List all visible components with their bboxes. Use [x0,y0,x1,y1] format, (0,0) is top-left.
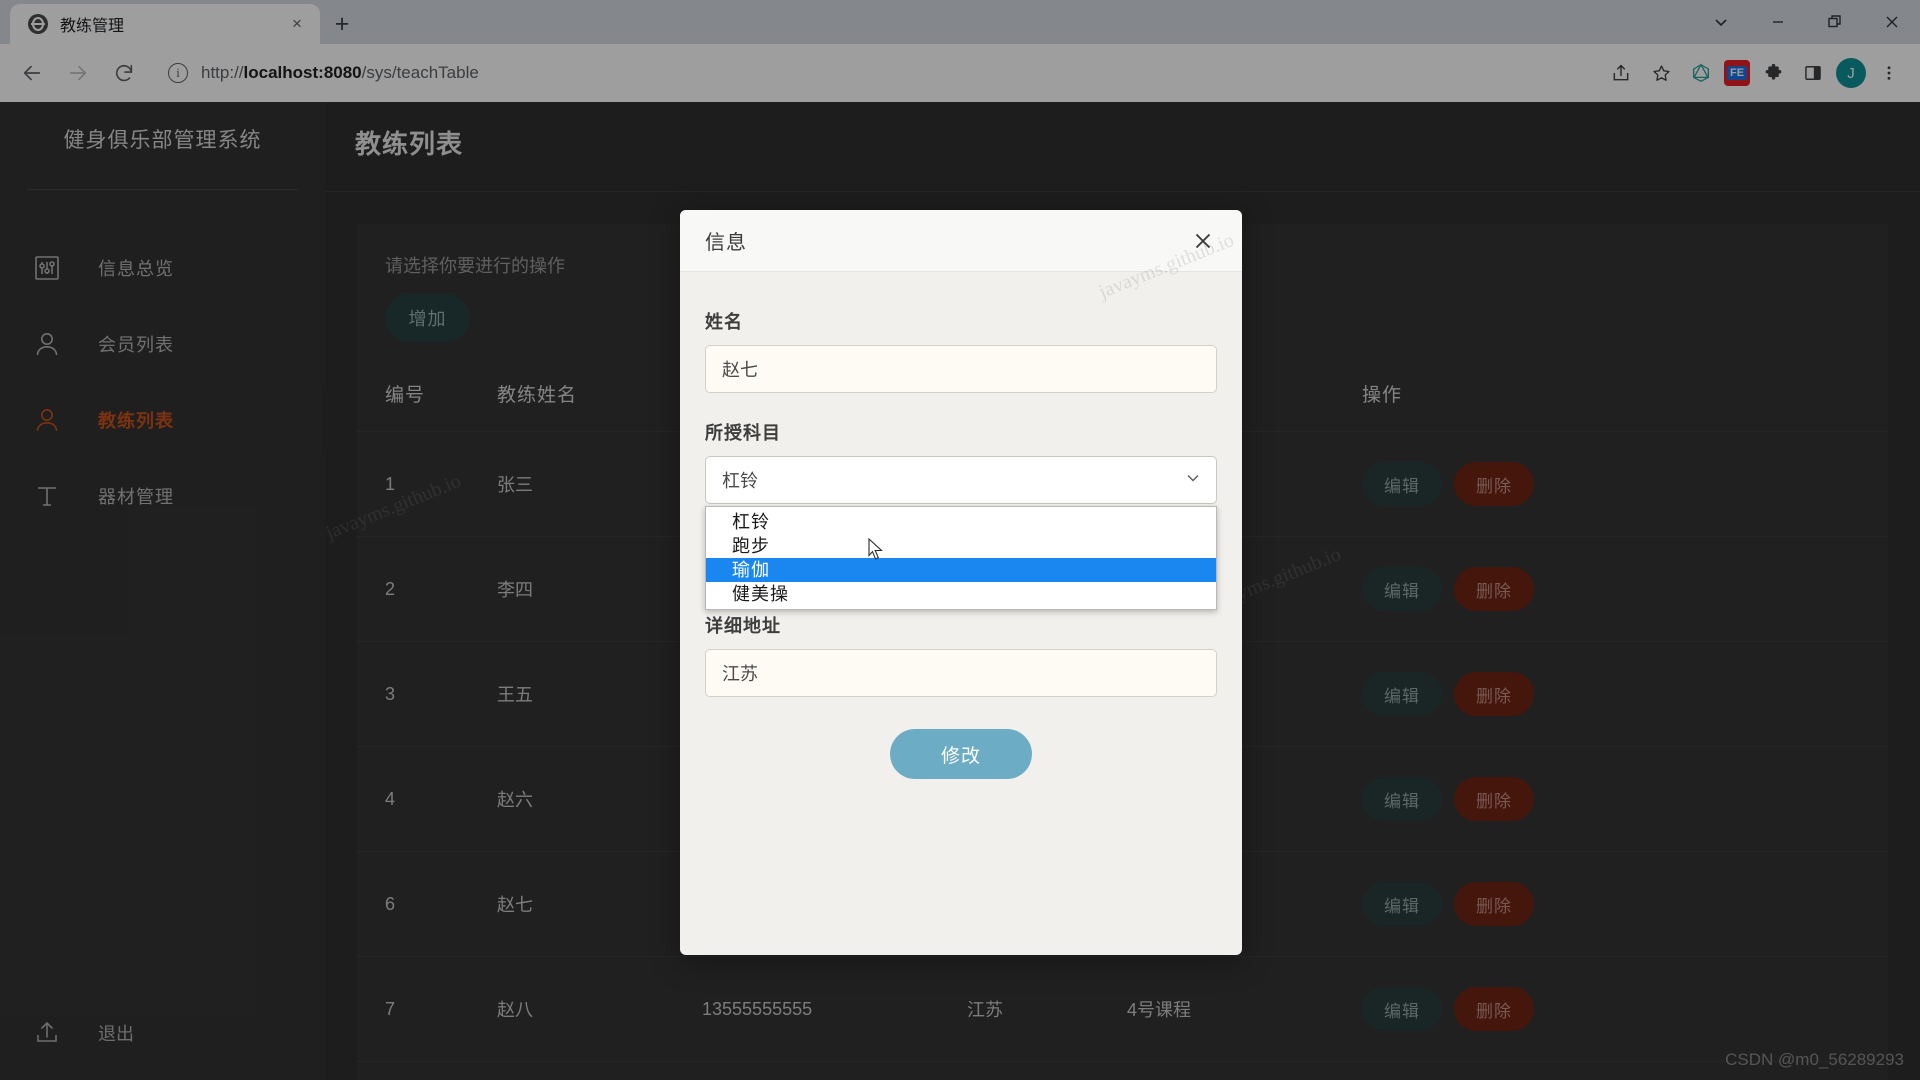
subject-option[interactable]: 杠铃 [706,510,1216,534]
browser-window: 教练管理 × + i http://localhost:8080/sys/tea… [0,0,1920,1080]
subject-option[interactable]: 健美操 [706,582,1216,606]
subject-option[interactable]: 瑜伽 [706,558,1216,582]
close-icon[interactable] [1186,224,1220,258]
field-gap [705,393,1217,419]
name-input[interactable] [705,345,1217,393]
subject-options-list[interactable]: 杠铃 跑步 瑜伽 健美操 [705,506,1217,610]
submit-row: 修改 [705,729,1217,779]
address-label: 详细地址 [705,616,781,636]
subject-label: 所授科目 [705,423,781,443]
subject-option[interactable]: 跑步 [706,534,1216,558]
modal-header: 信息 [680,210,1242,272]
subject-selected-value: 杠铃 [722,471,758,491]
address-input[interactable] [705,649,1217,697]
modal-body: 姓名 所授科目 杠铃 杠铃跑步瑜伽健美操 详细地址 修改 [680,272,1242,779]
submit-button[interactable]: 修改 [890,729,1032,779]
modal-title: 信息 [705,232,747,254]
name-label: 姓名 [705,312,743,332]
chevron-down-icon [1185,470,1201,491]
subject-select[interactable]: 杠铃 [705,456,1217,504]
subject-select-wrapper: 杠铃 杠铃 跑步 瑜伽 健美操 [705,456,1217,610]
info-modal: 信息 姓名 所授科目 杠铃 杠铃跑步瑜伽健美操 详细地址 [680,210,1242,955]
